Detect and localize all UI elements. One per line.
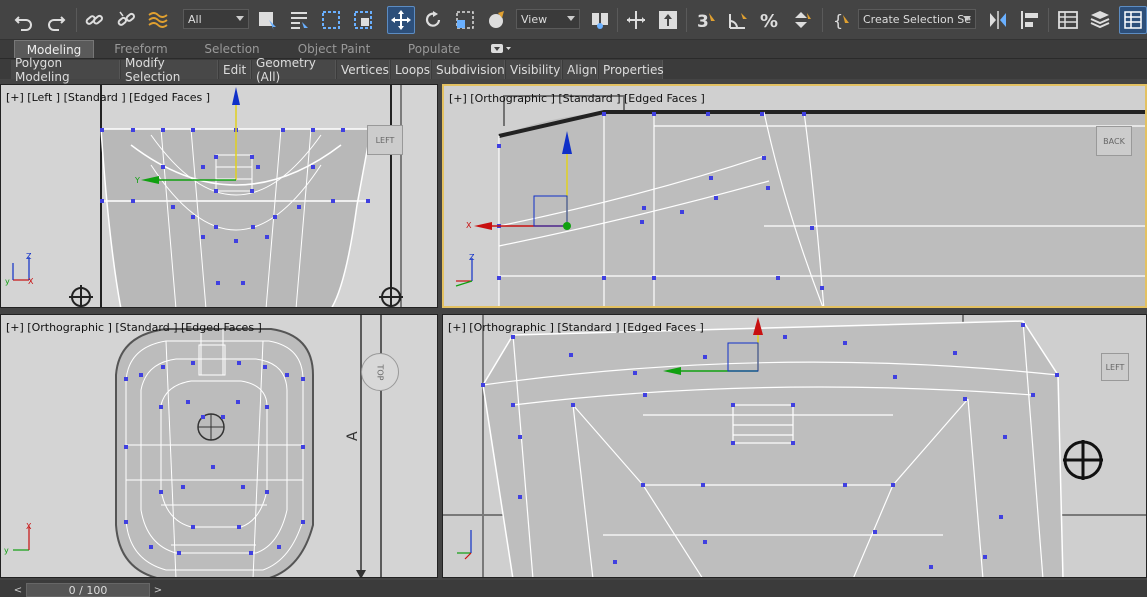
tab-modeling-label: Modeling (26, 42, 82, 57)
panel-edit-label: Edit (223, 62, 247, 77)
viewport-perspective[interactable]: [+] [Orthographic ] [Standard ] [Edged F… (442, 314, 1147, 578)
snap-3d-icon[interactable]: 3 (692, 6, 720, 34)
viewport-orthographic-label[interactable]: [+] [Orthographic ] [Standard ] [Edged F… (449, 92, 705, 105)
select-by-name-icon[interactable] (285, 6, 313, 34)
rect-selection-icon[interactable] (317, 6, 345, 34)
svg-text:3: 3 (697, 12, 709, 31)
tab-object-paint-label: Object Paint (297, 42, 371, 56)
named-selection-value: Create Selection Se (863, 12, 971, 26)
viewcube-left-persp[interactable]: LEFT (1101, 353, 1129, 381)
ribbon-panel-bar: Polygon Modeling Modify Selection Edit G… (0, 56, 1147, 84)
mirror-tool-icon[interactable] (984, 6, 1012, 34)
panel-visibility[interactable]: Visibility (506, 60, 562, 79)
viewcube-top-label: TOP (375, 363, 385, 381)
pivot-center-icon[interactable] (586, 6, 614, 34)
viewport-orthographic-active-scene: X Z (444, 86, 1145, 306)
selection-filter-value: All (188, 12, 202, 26)
svg-text:%: % (760, 11, 778, 31)
panel-modify-selection[interactable]: Modify Selection (121, 56, 218, 84)
panel-edit[interactable]: Edit (219, 60, 251, 79)
keyboard-shortcut-icon[interactable] (654, 6, 682, 34)
panel-polygon-modeling[interactable]: Polygon Modeling (11, 56, 120, 84)
panel-geometry-all-label: Geometry (All) (256, 55, 316, 84)
panel-polygon-modeling-label: Polygon Modeling (15, 55, 70, 84)
prev-frame-button[interactable]: < (12, 583, 24, 597)
undo-icon[interactable] (10, 6, 38, 34)
link-icon[interactable] (80, 6, 108, 34)
select-manipulate-icon[interactable] (622, 6, 650, 34)
next-frame-button[interactable]: > (152, 583, 164, 597)
panel-vertices[interactable]: Vertices (337, 60, 390, 79)
viewport-orthographic-active[interactable]: X Z [+] [Orthographic ] [Standard ] [Edg… (442, 84, 1147, 308)
viewport-top[interactable]: A X y [+] [Orthographic ] [Standard ] [E (0, 314, 438, 578)
panel-subdivision[interactable]: Subdivision (432, 60, 505, 79)
scene-explorer-icon[interactable] (1086, 6, 1114, 34)
tab-populate-label: Populate (407, 42, 461, 56)
svg-text:{: { (833, 11, 843, 30)
svg-text:A: A (345, 431, 361, 441)
coord-system-dropdown[interactable]: View (516, 9, 580, 29)
viewcube-left-label: LEFT (375, 135, 395, 145)
select-object-icon[interactable] (253, 6, 281, 34)
svg-text:Y: Y (134, 176, 140, 185)
panel-geometry-all[interactable]: Geometry (All) (252, 56, 336, 84)
panel-visibility-label: Visibility (510, 62, 561, 77)
time-slider-bar: < 0 / 100 > (0, 580, 1147, 597)
svg-text:X: X (28, 277, 34, 286)
viewport-left[interactable]: Y Z X y [+] [Left ] [Standard ] [Edged F… (0, 84, 438, 308)
viewcube-left-persp-label: LEFT (1105, 362, 1125, 372)
panel-subdivision-label: Subdivision (436, 62, 505, 77)
main-toolbar: All View 3 % {Create Selection Se (0, 0, 1147, 40)
unlink-icon[interactable] (112, 6, 140, 34)
viewport-perspective-scene (443, 315, 1146, 577)
tab-populate[interactable]: Populate (404, 40, 464, 58)
svg-text:Z: Z (26, 252, 32, 261)
window-crossing-icon[interactable] (349, 6, 377, 34)
svg-text:Z: Z (469, 253, 475, 262)
viewport-top-label[interactable]: [+] [Orthographic ] [Standard ] [Edged F… (6, 321, 262, 334)
prev-frame-label: < (13, 584, 23, 596)
viewcube-left[interactable]: LEFT (367, 125, 403, 155)
svg-text:y: y (5, 277, 10, 286)
scale-icon[interactable] (451, 6, 479, 34)
panel-align[interactable]: Align (563, 60, 598, 79)
bind-spacewarp-icon[interactable] (144, 6, 172, 34)
viewport-left-scene: Y Z X y (1, 85, 437, 307)
percent-snap-icon[interactable]: % (756, 6, 784, 34)
viewcube-back-label: BACK (1103, 136, 1125, 146)
selection-filter-dropdown[interactable]: All (183, 9, 249, 29)
panel-properties-label: Properties (603, 62, 664, 77)
redo-icon[interactable] (42, 6, 70, 34)
next-frame-label: > (153, 584, 163, 596)
frame-counter: 0 / 100 (68, 583, 108, 597)
angle-snap-icon[interactable] (724, 6, 752, 34)
panel-properties[interactable]: Properties (599, 60, 664, 79)
spinner-snap-icon[interactable] (788, 6, 816, 34)
layer-explorer-icon[interactable] (1054, 6, 1082, 34)
tab-freeform-label: Freeform (114, 42, 168, 56)
svg-text:X: X (466, 221, 472, 230)
time-slider[interactable]: 0 / 100 (26, 583, 150, 597)
align-tool-icon[interactable] (1016, 6, 1044, 34)
panel-modify-selection-label: Modify Selection (125, 55, 181, 84)
move-icon[interactable] (387, 6, 415, 34)
panel-loops-label: Loops (395, 62, 431, 77)
viewcube-top[interactable]: TOP (361, 353, 399, 391)
viewport-perspective-label[interactable]: [+] [Orthographic ] [Standard ] [Edged F… (448, 321, 704, 334)
ribbon-options-icon[interactable] (486, 40, 516, 58)
panel-align-label: Align (567, 62, 598, 77)
tab-selection-label: Selection (204, 42, 260, 56)
ribbon-icon[interactable] (1119, 6, 1147, 34)
svg-text:X: X (26, 522, 32, 531)
panel-loops[interactable]: Loops (391, 60, 431, 79)
viewport-left-label[interactable]: [+] [Left ] [Standard ] [Edged Faces ] (6, 91, 210, 104)
rotate-icon[interactable] (419, 6, 447, 34)
panel-vertices-label: Vertices (341, 62, 389, 77)
edit-named-selection-icon[interactable]: { (828, 6, 856, 34)
viewcube-back[interactable]: BACK (1096, 126, 1132, 156)
named-selection-dropdown[interactable]: Create Selection Se (858, 9, 976, 29)
place-icon[interactable] (483, 6, 511, 34)
svg-text:y: y (4, 546, 9, 555)
coord-system-value: View (521, 12, 548, 26)
